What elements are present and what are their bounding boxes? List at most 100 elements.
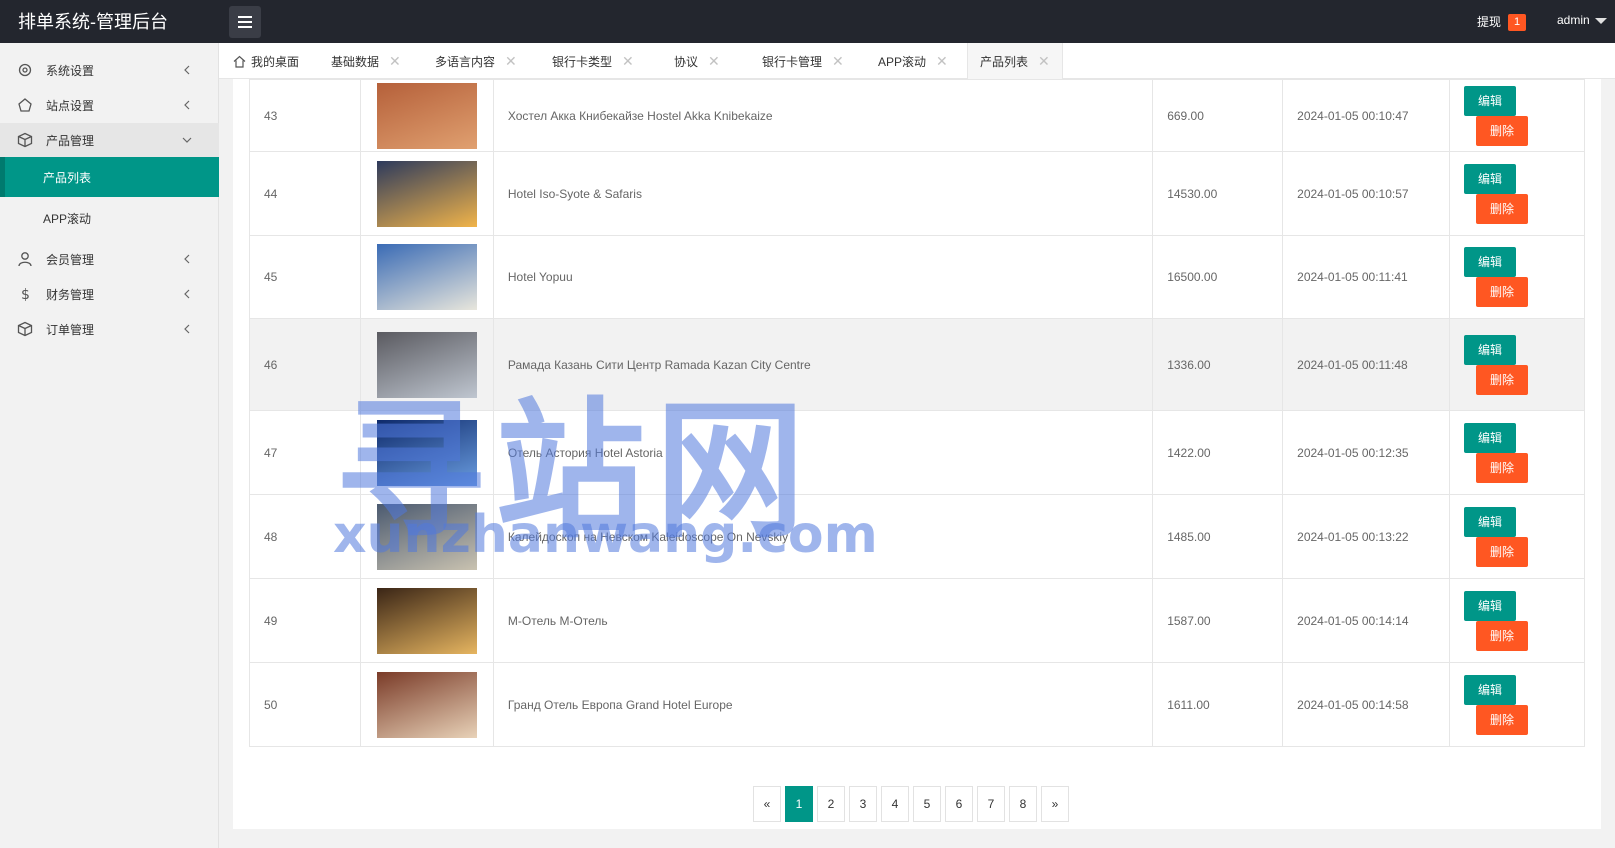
edit-button[interactable]: 编辑 [1464, 247, 1517, 277]
sidebar-item-site-settings[interactable]: 站点设置 [0, 88, 219, 122]
product-name: Гранд Отель Европа Grand Hotel Europe [507, 697, 733, 712]
product-id: 48 [264, 529, 278, 544]
tab-product-list[interactable]: 产品列表 ✕ [967, 43, 1063, 79]
delete-button[interactable]: 删除 [1476, 193, 1529, 224]
menu-toggle-button[interactable] [229, 6, 261, 38]
tab-app-scroll[interactable]: APP滚动 ✕ [878, 43, 948, 79]
sidebar-item-label: 产品管理 [46, 133, 95, 148]
delete-button[interactable]: 删除 [1476, 536, 1529, 567]
box-icon [17, 132, 33, 148]
edit-button[interactable]: 编辑 [1464, 674, 1517, 705]
cell-name: М-Отель М-Отель [492, 578, 1154, 663]
product-price: 1611.00 [1167, 697, 1210, 712]
product-time: 2024-01-05 00:11:41 [1297, 270, 1408, 284]
product-price: 14530.00 [1167, 186, 1218, 201]
product-id: 44 [264, 186, 278, 201]
product-price: 16500.00 [1167, 270, 1218, 284]
close-icon[interactable]: ✕ [389, 53, 401, 70]
product-thumbnail [376, 671, 477, 738]
cell-name: Hotel Iso-Syote & Safaris [492, 151, 1154, 236]
sidebar-item-order-management[interactable]: 订单管理 [0, 312, 219, 346]
pagination-page[interactable]: 3 [849, 786, 877, 822]
tab-my-desktop[interactable]: 我的桌面 [233, 43, 299, 79]
product-price: 1422.00 [1167, 445, 1211, 460]
product-id: 46 [264, 357, 278, 372]
withdraw-link[interactable]: 提现 [1477, 13, 1501, 30]
tab-basic-data[interactable]: 基础数据 ✕ [331, 43, 401, 79]
cell-actions: 编辑删除 [1449, 151, 1585, 236]
cell-price: 1485.00 [1152, 494, 1284, 579]
sidebar-item-label: 系统设置 [46, 63, 95, 78]
tab-bankcard-type[interactable]: 银行卡类型 ✕ [552, 43, 634, 79]
product-time: 2024-01-05 00:12:35 [1297, 445, 1409, 460]
delete-button[interactable]: 删除 [1476, 704, 1529, 735]
watermark-url: xunzhanwang.com [333, 505, 878, 565]
product-name: Hotel Iso-Syote & Safaris [507, 186, 642, 201]
edit-button[interactable]: 编辑 [1464, 163, 1517, 194]
sidebar-item-finance-management[interactable]: $ 财务管理 [0, 277, 219, 311]
pagination-page[interactable]: 7 [977, 786, 1005, 822]
caret-down-icon[interactable] [1595, 18, 1607, 24]
delete-button[interactable]: 删除 [1476, 452, 1529, 483]
product-name: Hotel Yopuu [507, 270, 573, 284]
product-thumbnail [376, 160, 477, 227]
cell-price: 669.00 [1152, 79, 1284, 152]
cell-image [359, 662, 494, 747]
edit-button[interactable]: 编辑 [1464, 422, 1517, 453]
cell-price: 14530.00 [1152, 151, 1284, 236]
sidebar-item-member-management[interactable]: 会员管理 [0, 242, 219, 276]
table-row: 49 М-Отель М-Отель 1587.00 2024-01-05 00:14… [249, 578, 1585, 663]
pagination-page[interactable]: 2 [817, 786, 845, 822]
sidebar-subitem-label: APP滚动 [43, 211, 92, 226]
sidebar-subitem-label: 产品列表 [43, 170, 92, 185]
cell-id: 45 [249, 235, 361, 319]
close-icon[interactable]: ✕ [622, 53, 634, 70]
tab-label: 产品列表 [980, 54, 1029, 69]
cell-actions: 编辑删除 [1449, 79, 1585, 152]
close-icon[interactable]: ✕ [505, 53, 517, 70]
tab-bankcard-management[interactable]: 银行卡管理 ✕ [762, 43, 844, 79]
delete-button[interactable]: 删除 [1476, 620, 1529, 651]
tab-label: 协议 [674, 54, 699, 69]
delete-button[interactable]: 删除 [1476, 277, 1529, 307]
cell-actions: 编辑删除 [1449, 235, 1585, 319]
hamburger-icon [238, 16, 252, 28]
pagination-page[interactable]: 5 [913, 786, 941, 822]
pagination-page[interactable]: 4 [881, 786, 909, 822]
sidebar-subitem-app-scroll[interactable]: APP滚动 [0, 198, 219, 238]
delete-button[interactable]: 删除 [1476, 115, 1529, 146]
pagination-page[interactable]: 8 [1009, 786, 1037, 822]
edit-button[interactable]: 编辑 [1464, 85, 1517, 116]
pagination-page[interactable]: 1 [785, 786, 813, 822]
cell-name: Hotel Yopuu [492, 235, 1154, 319]
edit-button[interactable]: 编辑 [1464, 334, 1517, 365]
tab-label: 我的桌面 [251, 54, 300, 69]
edit-button[interactable]: 编辑 [1464, 506, 1517, 537]
close-icon[interactable]: ✕ [936, 53, 948, 70]
app-title: 排单系统-管理后台 [18, 12, 168, 32]
sidebar-item-system-settings[interactable]: 系统设置 [0, 53, 219, 87]
pagination-next[interactable]: » [1041, 786, 1069, 822]
close-icon[interactable]: ✕ [832, 53, 844, 70]
cell-time: 2024-01-05 00:10:57 [1282, 151, 1451, 236]
cell-actions: 编辑删除 [1449, 318, 1585, 411]
close-icon[interactable]: ✕ [1038, 53, 1050, 70]
tab-multilang[interactable]: 多语言内容 ✕ [435, 43, 517, 79]
sidebar-item-label: 财务管理 [46, 287, 95, 302]
product-id: 50 [264, 697, 278, 712]
product-id: 49 [264, 613, 278, 628]
pagination-prev[interactable]: « [753, 786, 781, 822]
delete-button[interactable]: 删除 [1476, 364, 1529, 395]
pagination-page[interactable]: 6 [945, 786, 973, 822]
table-row: 44 Hotel Iso-Syote & Safaris 14530.00 2024-… [249, 151, 1585, 236]
sidebar-subitem-product-list[interactable]: 产品列表 [0, 157, 219, 197]
tab-agreement[interactable]: 协议 ✕ [674, 43, 720, 79]
user-menu[interactable]: admin [1557, 13, 1590, 27]
edit-button[interactable]: 编辑 [1464, 590, 1517, 621]
tab-label: APP滚动 [878, 54, 927, 69]
sidebar-item-product-management[interactable]: 产品管理 [0, 123, 219, 157]
sidebar-item-label: 会员管理 [46, 252, 95, 267]
product-time: 2024-01-05 00:14:58 [1297, 697, 1409, 712]
product-time: 2024-01-05 00:14:14 [1297, 613, 1409, 628]
close-icon[interactable]: ✕ [708, 53, 720, 70]
